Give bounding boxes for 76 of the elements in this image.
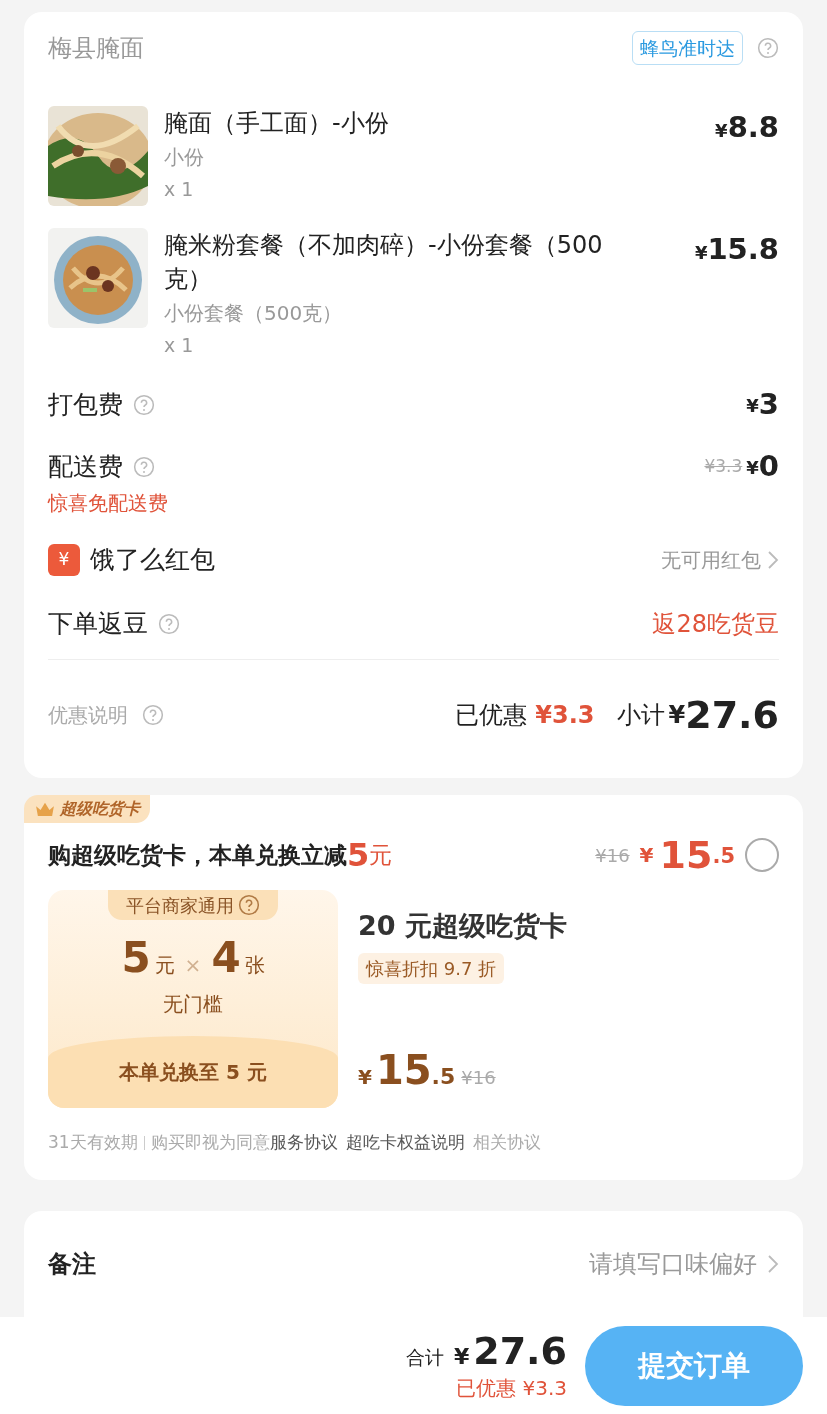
chevron-right-icon <box>767 1252 779 1275</box>
super-card-tag-text: 超级吃货卡 <box>60 798 140 820</box>
original-price: ¥16 <box>595 843 630 868</box>
currency-symbol: ¥ <box>639 842 654 869</box>
agreement-link[interactable]: 超吃卡权益说明 <box>345 1130 465 1156</box>
original-price: ¥16 <box>461 1066 496 1090</box>
discount-tag: 惊喜折扣 9.7 折 <box>358 952 505 984</box>
item-spec: 小份套餐（500克） <box>164 300 344 327</box>
headline-unit: 元 <box>369 840 394 870</box>
card-price-decimal: .5 <box>712 842 735 870</box>
item-spec: 小份 <box>164 144 205 171</box>
coupon-scope: 平台商家通用 <box>126 893 234 918</box>
yen-coupon-icon: ¥ <box>48 544 80 576</box>
discount-info-label: 优惠说明 <box>48 702 128 729</box>
help-icon[interactable] <box>133 456 155 478</box>
currency-symbol: ¥ <box>358 1064 372 1091</box>
headline-amount: 5 <box>347 835 370 876</box>
help-icon[interactable] <box>133 394 155 416</box>
bonus-row[interactable]: ¥ 饿了么红包 无可用红包 <box>48 532 779 588</box>
fee-label: 配送费 <box>48 451 123 484</box>
shop-name: 梅县腌面 <box>48 33 145 64</box>
item-quantity: x 1 <box>164 177 195 202</box>
discount-label: 已优惠 <box>455 700 528 731</box>
currency-symbol: ¥ <box>694 242 708 265</box>
select-radio[interactable] <box>745 838 779 872</box>
coupon-count: 4 <box>211 932 241 984</box>
help-icon[interactable] <box>238 894 260 916</box>
card-price: 15 <box>375 1046 432 1095</box>
currency-symbol: ¥ <box>746 395 759 418</box>
subtotal-amount: 27.6 <box>685 691 779 739</box>
currency-symbol: ¥ <box>668 701 686 731</box>
card-title: 20 元超级吃货卡 <box>358 909 568 943</box>
terms-text: 31天有效期 <box>48 1131 138 1154</box>
super-card-headline: 购超级吃货卡，本单兑换立减 <box>48 840 347 870</box>
total-amount: 27.6 <box>473 1328 567 1373</box>
fee-amount: 3 <box>758 386 779 424</box>
terms-text: 相关协议 <box>472 1131 541 1154</box>
total-label: 合计 <box>405 1344 444 1370</box>
card-price-decimal: .5 <box>431 1063 456 1091</box>
agreement-link[interactable]: 服务协议 <box>269 1130 338 1156</box>
remark-placeholder: 请填写口味偏好 <box>589 1248 757 1280</box>
exchange-text: 本单兑换至 5 元 <box>119 1059 267 1086</box>
item-price: 15.8 <box>707 231 779 268</box>
discount-amount: ¥3.3 <box>535 700 595 731</box>
coupon-threshold: 无门槛 <box>163 991 223 1018</box>
fee-amount: 0 <box>758 448 779 486</box>
item-price: 8.8 <box>727 109 779 146</box>
coupon-value-unit: 元 <box>154 952 175 979</box>
total-discount: 已优惠 ¥3.3 <box>456 1374 567 1402</box>
beans-value: 返28吃货豆 <box>652 608 779 640</box>
remark-row[interactable]: 备注 请填写口味偏好 <box>48 1210 779 1317</box>
crown-icon <box>34 801 56 817</box>
coupon-count-unit: 张 <box>244 952 265 979</box>
terms-text: 购买即视为同意 <box>150 1131 270 1154</box>
currency-symbol: ¥ <box>746 457 759 480</box>
times-sign: × <box>184 952 202 979</box>
help-icon[interactable] <box>158 612 180 635</box>
bonus-value: 无可用红包 <box>661 547 761 574</box>
chevron-right-icon <box>767 549 779 571</box>
item-name: 腌面（手工面）-小份 <box>164 108 390 139</box>
free-delivery-note: 惊喜免配送费 <box>48 490 169 516</box>
currency-symbol: ¥ <box>715 119 728 143</box>
delivery-badge: 蜂鸟准时达 <box>632 30 743 66</box>
subtotal-label: 小计 <box>616 700 665 731</box>
currency-symbol: ¥ <box>453 1342 470 1371</box>
remark-label: 备注 <box>48 1248 97 1280</box>
card-price: 15 <box>659 831 713 879</box>
original-fee: ¥3.3 <box>704 455 743 479</box>
coupon-value: 5 <box>121 932 151 984</box>
help-icon[interactable] <box>757 37 779 59</box>
item-name: 腌米粉套餐（不加肉碎）-小份套餐（500克） <box>164 230 604 295</box>
item-quantity: x 1 <box>164 333 195 358</box>
bonus-label: 饿了么红包 <box>90 544 216 577</box>
fee-label: 打包费 <box>48 389 123 422</box>
help-icon[interactable] <box>142 704 164 726</box>
beans-label: 下单返豆 <box>48 607 148 640</box>
